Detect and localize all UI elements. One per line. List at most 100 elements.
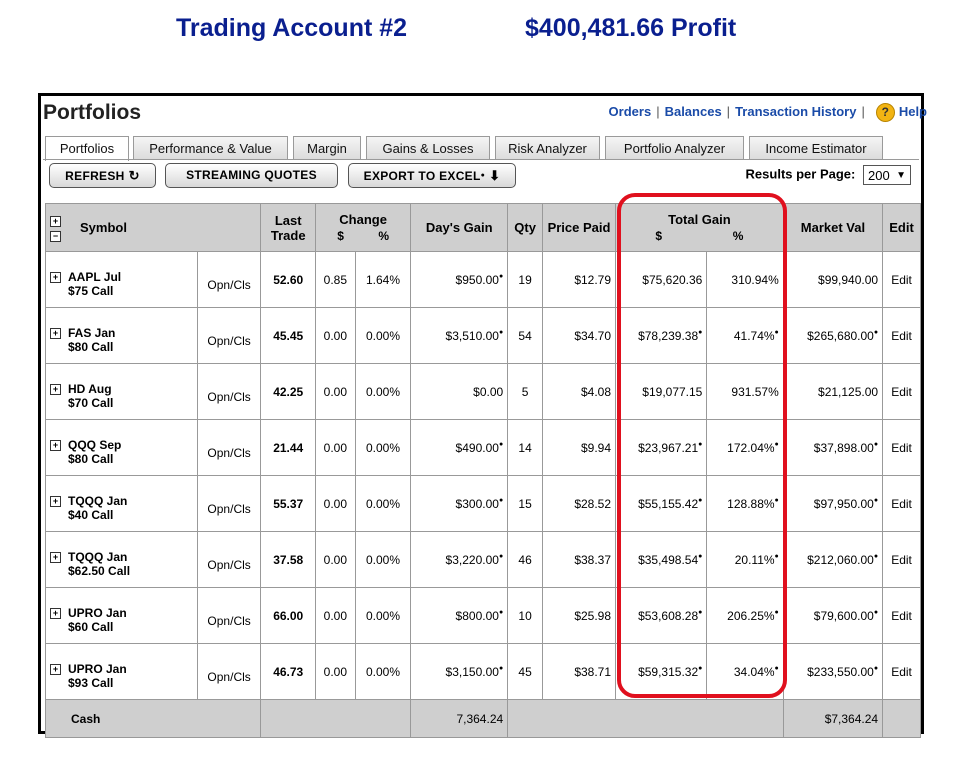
expand-icon[interactable]: + (50, 272, 61, 283)
open-close-cell[interactable]: Opn/Cls (196, 475, 262, 532)
symbol-name[interactable]: TQQQ Jan (68, 494, 127, 508)
total-gain-pct-label: % (732, 229, 744, 243)
footnote-mark: ● (774, 552, 779, 560)
change-pct-cell: 0.00% (354, 419, 412, 476)
change-dollar-cell: 0.00 (315, 587, 356, 644)
open-close-cell[interactable]: Opn/Cls (196, 363, 262, 420)
total-gain-pct-value: 34.04% (733, 664, 775, 679)
days-gain-cell: $950.00● (410, 251, 509, 308)
days-gain-value: $950.00 (455, 272, 499, 287)
footnote-mark: ● (774, 608, 779, 616)
question-icon[interactable]: ? (875, 103, 895, 122)
change-pct-cell: 0.00% (354, 643, 412, 700)
edit-link[interactable]: Edit (882, 475, 921, 532)
edit-link[interactable]: Edit (882, 531, 921, 588)
qty-header[interactable]: Qty (507, 203, 544, 252)
balances-link[interactable]: Balances (665, 104, 722, 119)
symbol-cell: + TQQQ Jan $62.50 Call (45, 531, 198, 588)
tab-risk-analyzer[interactable]: Risk Analyzer (495, 136, 600, 159)
expand-icon[interactable]: + (50, 552, 61, 563)
change-pct-cell: 0.00% (354, 363, 412, 420)
symbol-name[interactable]: QQQ Sep (68, 438, 121, 452)
total-gain-value: $78,239.38 (638, 328, 699, 343)
last-trade-cell: 45.45 (260, 307, 316, 364)
edit-link[interactable]: Edit (882, 419, 921, 476)
open-close-cell[interactable]: Opn/Cls (196, 251, 262, 308)
market-val-header[interactable]: Market Val (782, 203, 884, 252)
cash-empty (507, 699, 784, 738)
expand-icon[interactable]: + (50, 328, 61, 339)
footnote-mark: ● (873, 664, 879, 672)
streaming-quotes-button[interactable]: STREAMING QUOTES (165, 163, 338, 188)
symbol-name[interactable]: TQQQ Jan (68, 550, 130, 564)
total-gain-pct-value: 128.88% (727, 496, 775, 511)
symbol-name[interactable]: AAPL Jul (68, 270, 121, 284)
total-gain-value: $53,608.28 (638, 608, 699, 623)
export-label: EXPORT TO EXCEL (363, 169, 481, 183)
symbol-name[interactable]: UPRO Jan (68, 606, 127, 620)
days-gain-header[interactable]: Day's Gain (410, 203, 509, 252)
expand-all-icon[interactable]: + (50, 215, 61, 227)
expand-icon[interactable]: + (50, 608, 61, 619)
total-gain-header[interactable]: Total Gain $% (615, 203, 784, 252)
tab-performance-value[interactable]: Performance & Value (133, 136, 288, 159)
tab-income-estimator[interactable]: Income Estimator (749, 136, 883, 159)
total-gain-value: $19,077.15 (642, 384, 703, 399)
symbol-header[interactable]: + − Symbol (44, 203, 262, 252)
market-val-cell: $265,680.00● (782, 307, 884, 364)
page-title: Portfolios (43, 101, 141, 124)
days-gain-cell: $3,220.00● (410, 531, 509, 588)
total-gain-cell: $59,315.32● (615, 643, 708, 700)
total-gain-pct-value: 172.04% (727, 440, 775, 455)
open-close-cell[interactable]: Opn/Cls (196, 307, 262, 364)
tab-underline (43, 159, 919, 160)
price-paid-header[interactable]: Price Paid (542, 203, 617, 252)
symbol-name[interactable]: HD Aug (68, 382, 113, 396)
market-val-cell: $233,550.00● (782, 643, 884, 700)
qty-cell: 45 (507, 643, 544, 700)
edit-link[interactable]: Edit (882, 307, 921, 364)
edit-link[interactable]: Edit (882, 251, 921, 308)
portfolios-panel: Portfolios Orders | Balances | Transaction H… (38, 93, 927, 738)
transaction-history-link[interactable]: Transaction History (735, 104, 856, 119)
open-close-cell[interactable]: Opn/Cls (196, 531, 262, 588)
edit-link[interactable]: Edit (882, 363, 921, 420)
chevron-down-icon: ▼ (896, 170, 906, 181)
symbol-name[interactable]: FAS Jan (68, 326, 115, 340)
edit-link[interactable]: Edit (882, 587, 921, 644)
expand-icon[interactable]: + (50, 496, 61, 507)
footnote-mark: ● (774, 440, 779, 448)
market-val-value: $212,060.00 (807, 552, 874, 567)
table-row: + HD Aug $70 Call Opn/Cls 42.25 0.00 0.00% $0.0… (45, 363, 921, 420)
results-select[interactable]: 200 ▼ (863, 165, 911, 185)
change-header[interactable]: Change $% (314, 203, 412, 252)
table-row: + QQQ Sep $80 Call Opn/Cls 21.44 0.00 0.00% $49… (45, 419, 921, 476)
open-close-cell[interactable]: Opn/Cls (196, 587, 262, 644)
help-link[interactable]: Help (899, 104, 927, 119)
last-trade-header[interactable]: Last Trade (260, 203, 316, 252)
symbol-detail: $60 Call (68, 620, 114, 634)
total-gain-cell: $75,620.36 (615, 251, 708, 308)
edit-link[interactable]: Edit (882, 643, 921, 700)
expand-icon[interactable]: + (50, 664, 61, 675)
price-paid-cell: $4.08 (542, 363, 617, 420)
tab-portfolio-analyzer[interactable]: Portfolio Analyzer (605, 136, 744, 159)
refresh-button[interactable]: REFRESH ↻ (49, 163, 156, 188)
expand-icon[interactable]: + (50, 440, 61, 451)
export-excel-button[interactable]: EXPORT TO EXCEL● ⬇ (348, 163, 516, 188)
open-close-cell[interactable]: Opn/Cls (196, 419, 262, 476)
orders-link[interactable]: Orders (609, 104, 652, 119)
open-close-cell[interactable]: Opn/Cls (196, 643, 262, 700)
expand-icon[interactable]: + (50, 384, 61, 395)
footnote-mark: ● (774, 664, 779, 672)
tab-margin[interactable]: Margin (293, 136, 361, 159)
collapse-all-icon[interactable]: − (50, 230, 61, 242)
symbol-name[interactable]: UPRO Jan (68, 662, 127, 676)
footnote-mark: ● (873, 440, 879, 448)
tab-portfolios[interactable]: Portfolios (45, 136, 129, 161)
total-gain-pct-cell: 172.04%● (706, 419, 784, 476)
symbol-cell: + AAPL Jul $75 Call (45, 251, 198, 308)
change-dollar-cell: 0.00 (315, 531, 356, 588)
tab-gains-losses[interactable]: Gains & Losses (366, 136, 490, 159)
footnote-mark: ● (774, 328, 779, 336)
